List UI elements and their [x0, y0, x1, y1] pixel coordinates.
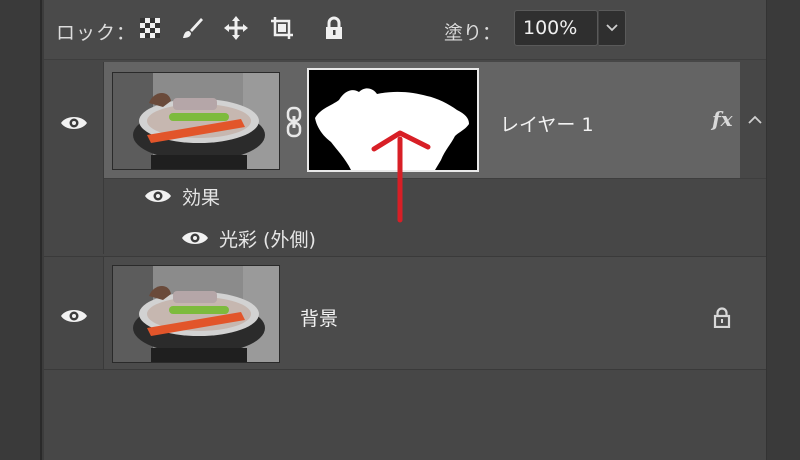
left-gutter — [0, 0, 42, 460]
background-eye-icon[interactable] — [59, 306, 89, 326]
fx-icon[interactable]: fx — [712, 107, 733, 131]
panel-scrollbar[interactable] — [766, 0, 800, 460]
layer-1-thumbnail[interactable] — [112, 72, 280, 170]
transparency-lock-icon[interactable] — [136, 14, 164, 42]
effects-visibility-column — [44, 178, 104, 254]
effects-eye-icon[interactable] — [143, 186, 173, 206]
chevron-down-icon — [606, 24, 618, 32]
outer-glow-eye-icon[interactable] — [180, 228, 210, 248]
fill-label: 塗り： — [444, 22, 502, 44]
lock-fill-bar: ロック： 塗り： 100% — [44, 0, 766, 60]
background-thumbnail[interactable] — [112, 265, 280, 363]
effects-label[interactable]: 効果 — [182, 183, 220, 210]
padlock-icon[interactable] — [320, 14, 348, 42]
fill-dropdown-button[interactable] — [598, 10, 626, 46]
fill-input[interactable]: 100% — [514, 10, 598, 46]
lock-label: ロック： — [56, 22, 137, 44]
brush-lock-icon[interactable] — [178, 14, 206, 42]
layer-1-name[interactable]: レイヤー 1 — [500, 110, 594, 137]
move-lock-icon[interactable] — [222, 14, 250, 42]
background-lock-icon — [713, 307, 731, 328]
chevron-up-icon[interactable] — [747, 114, 763, 126]
annotation-arrow — [371, 130, 431, 223]
outer-glow-effect-label[interactable]: 光彩 (外側) — [219, 225, 316, 252]
background-layer-name[interactable]: 背景 — [300, 304, 338, 331]
chain-link-icon[interactable] — [285, 106, 303, 138]
layer-1-eye-icon[interactable] — [59, 113, 89, 133]
artboard-lock-icon[interactable] — [268, 14, 296, 42]
